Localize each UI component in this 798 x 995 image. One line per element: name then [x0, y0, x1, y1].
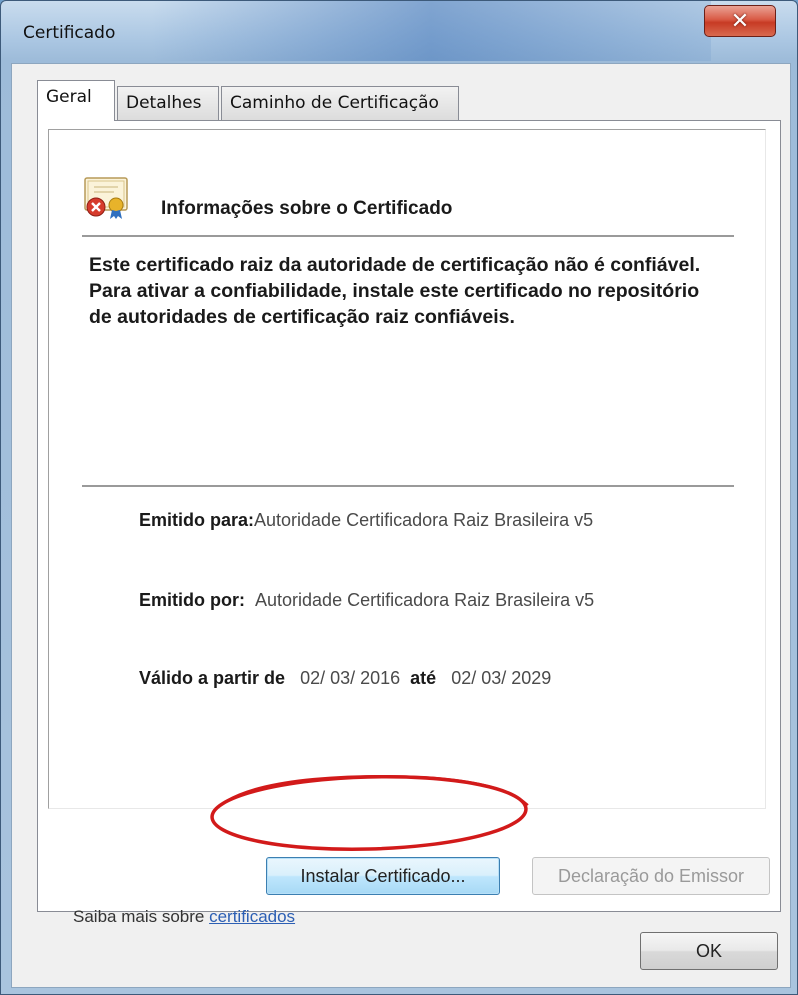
issued-to-label: Emitido para: [139, 510, 255, 530]
issuer-statement-button: Declaração do Emissor [532, 857, 770, 895]
learn-more-row: Saiba mais sobre certificados [73, 907, 295, 927]
trust-warning-text: Este certificado raiz da autoridade de c… [89, 254, 701, 328]
tab-strip: Geral Detalhes Caminho de Certificação [37, 80, 777, 121]
issued-by-label: Emitido por: [139, 590, 245, 610]
issued-to-row: Emitido para:Autoridade Certificadora Ra… [139, 510, 593, 531]
tab-geral[interactable]: Geral [37, 80, 115, 121]
issued-to-value: Autoridade Certificadora Raiz Brasileira… [254, 510, 594, 530]
certificate-info-heading: Informações sobre o Certificado [161, 198, 453, 219]
install-certificate-button[interactable]: Instalar Certificado... [266, 857, 500, 895]
window-title: Certificado [23, 23, 116, 43]
close-button[interactable]: ✕ [704, 5, 776, 37]
valid-to-label: até [410, 668, 437, 688]
issued-by-value: Autoridade Certificadora Raiz Brasileira… [255, 590, 595, 610]
dialog-client-area: Geral Detalhes Caminho de Certificação I… [11, 63, 791, 988]
valid-from-value: 02/ 03/ 2016 [300, 668, 401, 688]
certificate-dialog: Certificado ✕ Geral Detalhes Caminho de … [0, 0, 798, 995]
valid-from-label: Válido a partir de [139, 668, 286, 688]
valid-to-value: 02/ 03/ 2029 [451, 668, 552, 688]
divider-top [82, 235, 734, 237]
certificate-error-icon [84, 177, 128, 219]
tab-caminho-de-certificacao[interactable]: Caminho de Certificação [221, 86, 459, 120]
title-bar[interactable]: Certificado ✕ [1, 1, 797, 63]
tab-detalhes[interactable]: Detalhes [117, 86, 219, 120]
tab-panel-geral: Informações sobre o Certificado Este cer… [37, 120, 781, 926]
close-icon: ✕ [730, 8, 750, 34]
certificate-info-box: Informações sobre o Certificado Este cer… [48, 129, 766, 809]
learn-more-text: Saiba mais sobre [73, 907, 205, 926]
ok-button[interactable]: OK [640, 932, 778, 970]
certificates-link[interactable]: certificados [209, 907, 295, 926]
validity-row: Válido a partir de 02/ 03/ 2016 até 02/ … [139, 668, 551, 689]
divider-middle [82, 485, 734, 487]
issued-by-row: Emitido por: Autoridade Certificadora Ra… [139, 590, 594, 611]
